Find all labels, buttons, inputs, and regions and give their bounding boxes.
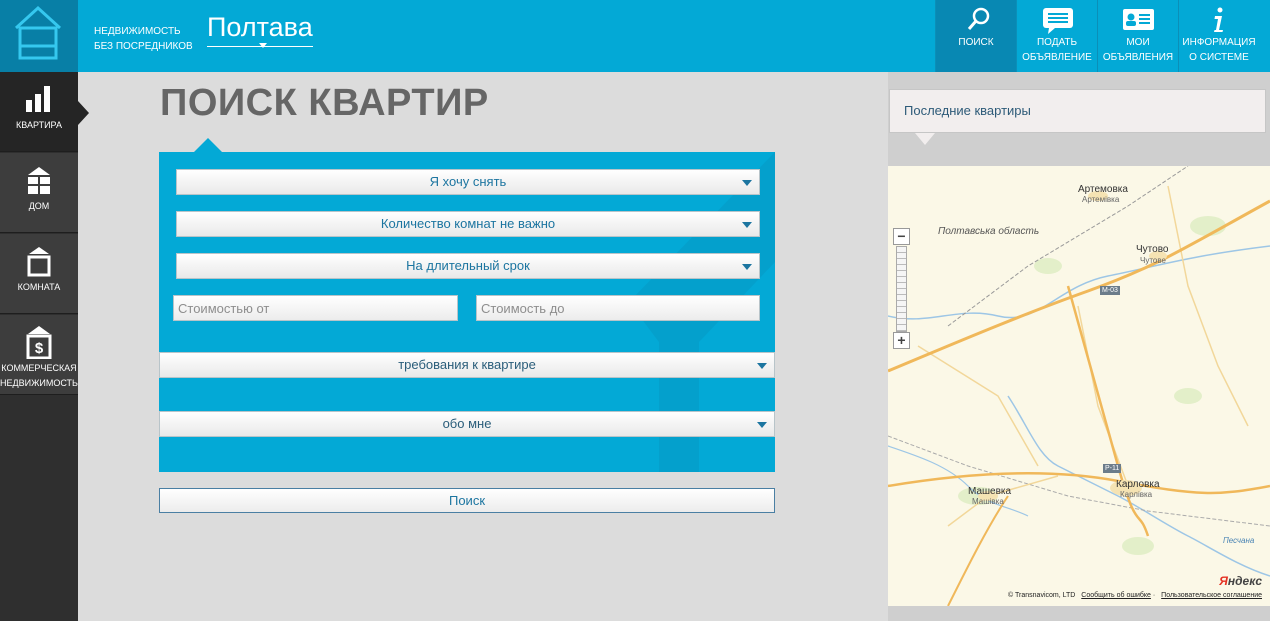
map-widget[interactable]: Артемовка Артемівка Полтавська область Ч… (888, 166, 1270, 606)
map-label-region: Полтавська область (938, 226, 1040, 237)
sidebar-item-commercial-label-2: НЕДВИЖИМОСТЬ (0, 378, 78, 388)
about-me-label: обо мне (442, 416, 492, 431)
nav-system-info-label-1: ИНФОРМАЦИЯ (1182, 37, 1256, 48)
chat-bubble-icon (1043, 8, 1073, 34)
rooms-value: Количество комнат не важно (380, 216, 556, 231)
deal-type-select[interactable]: Я хочу снять (176, 169, 760, 195)
nav-post-ad[interactable]: ПОДАТЬ ОБЪЯВЛЕНИЕ (1016, 0, 1097, 72)
info-icon (1214, 7, 1223, 32)
nav-my-ads-label-2: ОБЪЯВЛЕНИЯ (1102, 52, 1174, 63)
requirements-label: требования к квартире (398, 357, 536, 372)
sidebar-item-commercial-label-1: КОММЕРЧЕСКАЯ (1, 363, 77, 373)
user-agreement-link[interactable]: Пользовательское соглашение (1161, 592, 1262, 599)
active-arrow-icon (78, 101, 89, 125)
sidebar-item-apartment-label: КВАРТИРА (16, 120, 62, 130)
search-icon (967, 7, 990, 30)
zoom-out-button[interactable]: − (893, 228, 910, 245)
rooms-select[interactable]: Количество комнат не важно (176, 211, 760, 237)
nav-my-ads[interactable]: МОИ ОБЪЯВЛЕНИЯ (1097, 0, 1178, 72)
sidebar-item-commercial[interactable]: $ КОММЕРЧЕСКАЯ НЕДВИЖИМОСТЬ (0, 315, 78, 395)
nav-my-ads-label-1: МОИ (1126, 37, 1150, 48)
nav-post-ad-label-1: ПОДАТЬ (1036, 37, 1078, 48)
home-logo[interactable] (0, 0, 78, 72)
sidebar-item-room-label: КОМНАТА (17, 282, 61, 292)
footer-separator: · (1152, 592, 1156, 599)
house-windows-icon (28, 167, 50, 194)
sidebar-item-apartment[interactable]: КВАРТИРА (0, 72, 78, 152)
room-icon (27, 247, 51, 277)
map-label-artemivka: Артемівка (1082, 195, 1120, 204)
map-label-chutove: Чутове (1140, 256, 1166, 265)
map-copyright: © Transnavicom, LTD (1008, 592, 1076, 599)
map-footer: © Transnavicom, LTD Сообщить об ошибке ·… (1008, 592, 1262, 599)
search-form: Я хочу снять Количество комнат не важно … (159, 152, 775, 472)
chevron-down-icon (742, 180, 752, 186)
chevron-down-icon (742, 264, 752, 270)
deal-type-value: Я хочу снять (429, 174, 507, 189)
dollar-building-icon: $ (26, 326, 52, 359)
term-value: На длительный срок (406, 258, 530, 273)
nav-search[interactable]: ПОИСК (935, 0, 1016, 72)
road-badge-m03: М-03 (1100, 286, 1120, 295)
brand-rest: ндекс (1227, 574, 1262, 588)
latest-pointer (915, 133, 935, 145)
top-header: НЕДВИЖИМОСТЬ БЕЗ ПОСРЕДНИКОВ Полтава ПОИ… (0, 0, 1270, 72)
road-badge-p11: Р-11 (1103, 464, 1122, 473)
svg-text:$: $ (35, 340, 44, 357)
nav-system-info-label-2: О СИСТЕМЕ (1189, 52, 1249, 63)
map-zoom-control: − + (893, 228, 910, 350)
id-card-icon (1123, 9, 1154, 30)
category-sidebar: КВАРТИРА ДОМ КОМНАТА $ КОММЕРЧЕСКАЯ НЕДВ… (0, 72, 78, 621)
chevron-down-icon (757, 422, 767, 428)
report-error-link[interactable]: Сообщить об ошибке (1081, 592, 1151, 599)
nav-search-label: ПОИСК (958, 37, 994, 48)
brand-first-letter: Я (1219, 574, 1228, 588)
search-button[interactable]: Поиск (159, 488, 775, 513)
sidebar-item-room[interactable]: КОМНАТА (0, 234, 78, 314)
chevron-down-icon (757, 363, 767, 369)
nav-system-info[interactable]: ИНФОРМАЦИЯ О СИСТЕМЕ (1178, 0, 1259, 72)
apartment-requirements-toggle[interactable]: требования к квартире (159, 352, 775, 378)
price-to-input[interactable] (476, 295, 760, 321)
sidebar-item-house[interactable]: ДОМ (0, 153, 78, 233)
house-logo-icon (14, 5, 62, 60)
site-tagline: НЕДВИЖИМОСТЬ БЕЗ ПОСРЕДНИКОВ (94, 26, 193, 52)
map-label-artemovka: Артемовка (1078, 184, 1128, 195)
city-selector[interactable]: Полтава (207, 12, 313, 47)
map-label-mashivka: Машівка (972, 497, 1004, 506)
map-label-karlivka: Карлівка (1120, 490, 1153, 499)
title-pointer (193, 138, 223, 153)
chevron-down-icon (742, 222, 752, 228)
map-label-karlovka: Карловка (1116, 479, 1160, 490)
zoom-slider[interactable] (896, 246, 907, 332)
latest-apartments-header: Последние квартиры (889, 89, 1266, 133)
map-provider-logo: Яндекс (1219, 574, 1262, 588)
sidebar-item-house-label: ДОМ (28, 201, 50, 211)
top-navigation: ПОИСК ПОДАТЬ ОБЪЯВЛЕНИЕ МОИ ОБЪЯВЛЕНИЯ И… (935, 0, 1259, 72)
zoom-in-button[interactable]: + (893, 332, 910, 349)
caret-down-icon[interactable] (259, 43, 267, 48)
term-select[interactable]: На длительный срок (176, 253, 760, 279)
map-label-chutovo: Чутово (1136, 244, 1169, 255)
map-label-mashevka: Машевка (968, 486, 1012, 497)
about-me-toggle[interactable]: обо мне (159, 411, 775, 437)
map-label-river: Песчана (1223, 536, 1255, 545)
page-title: ПОИСК КВАРТИР (160, 82, 489, 124)
price-from-input[interactable] (173, 295, 458, 321)
nav-post-ad-label-2: ОБЪЯВЛЕНИЕ (1022, 52, 1092, 63)
bar-chart-icon (26, 86, 50, 112)
